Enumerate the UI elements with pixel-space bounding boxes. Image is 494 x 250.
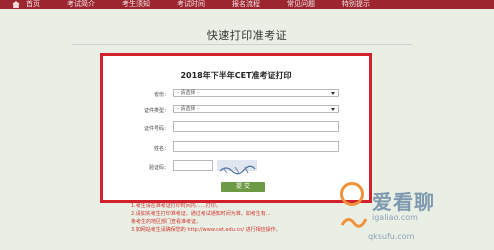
captcha-input[interactable] [173, 160, 213, 171]
nav-item-exam-intro[interactable]: 考试简介 [67, 0, 95, 9]
note-item: 条考生的地区部门查看准考证。 [131, 219, 202, 225]
watermark-url: igaliao.com [372, 213, 418, 222]
top-nav: 首页 考试简介 考生须知 考试时间 报名流程 常见问题 特别提示 [0, 0, 494, 9]
name-input[interactable] [173, 141, 339, 152]
watermark-logo-icon [340, 182, 364, 206]
province-label: 省份： [153, 92, 169, 98]
watermark-brand: 爱看聊 [372, 190, 435, 214]
form-heading: 2018年下半年CET准考证打印 [180, 71, 292, 80]
captcha-noise-icon [219, 165, 256, 175]
watermark-wave-icon [340, 218, 368, 228]
chevron-down-icon [331, 108, 335, 111]
nav-item-exam-time[interactable]: 考试时间 [177, 0, 205, 9]
nav-item-home[interactable]: 首页 [26, 0, 40, 9]
cert-no-label: 证件号码： [143, 126, 169, 132]
captcha-image[interactable] [217, 160, 257, 175]
cert-type-select-value: - 请选择 - [177, 106, 199, 112]
note-item: 3.如网站考生请确保您的 http://www.cet.edu.cn/ 进行相应… [131, 227, 281, 233]
watermark-url-secondary: qksufu.com [368, 232, 415, 241]
admission-ticket-form: 2018年下半年CET准考证打印 省份： - 请选择 - 证件类型： - 请选择… [100, 53, 372, 203]
nav-item-candidate-notice[interactable]: 考生须知 [122, 0, 150, 9]
chevron-down-icon [331, 92, 335, 95]
submit-button[interactable]: 提 交 [221, 182, 265, 192]
nav-item-special-notice[interactable]: 特别提示 [342, 0, 370, 9]
cert-type-label: 证件类型： [143, 108, 169, 114]
captcha-label: 验证码： [148, 165, 169, 171]
home-icon[interactable] [12, 1, 20, 8]
nav-item-registration[interactable]: 报名流程 [232, 0, 260, 9]
page-title: 快速打印准考证 [206, 29, 288, 42]
province-select[interactable]: - 请选择 - [173, 89, 339, 97]
cert-no-input[interactable] [173, 121, 339, 132]
title-divider [72, 44, 412, 45]
cert-type-select[interactable]: - 请选择 - [173, 105, 339, 113]
province-select-value: - 请选择 - [177, 90, 199, 96]
name-label: 姓名： [153, 146, 169, 152]
nav-item-faq[interactable]: 常见问题 [287, 0, 315, 9]
